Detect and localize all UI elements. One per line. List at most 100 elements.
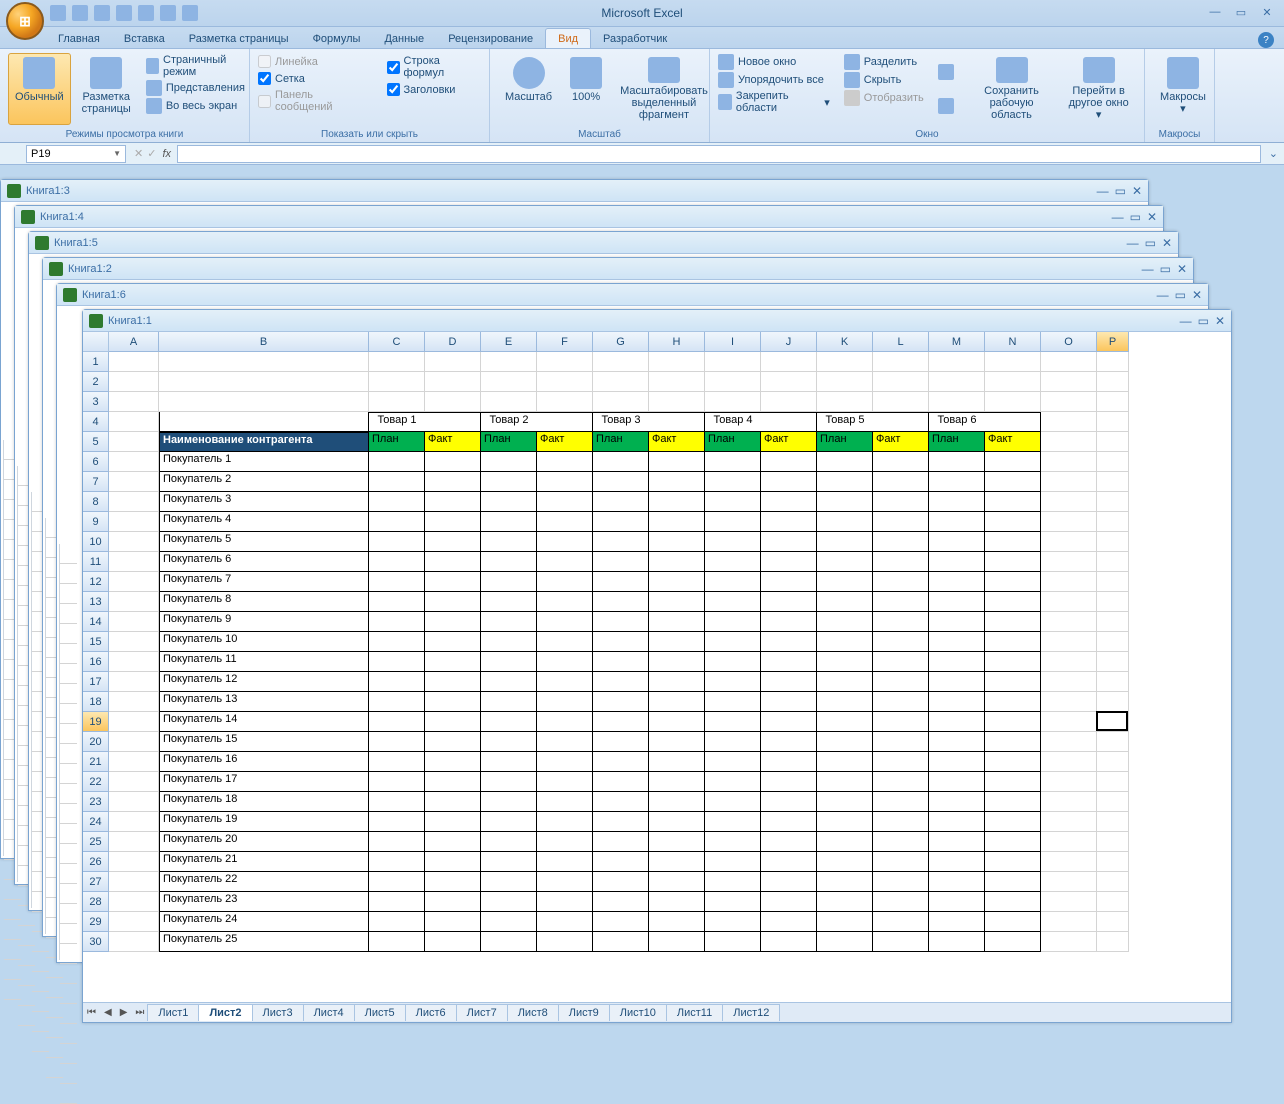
cell[interactable] [481, 732, 537, 752]
cell[interactable] [369, 452, 425, 472]
split-button[interactable]: Разделить [844, 53, 924, 71]
close-button[interactable]: ✕ [1215, 314, 1225, 328]
cell[interactable] [537, 752, 593, 772]
zoom-100-button[interactable]: 100% [563, 53, 609, 125]
cell[interactable] [593, 532, 649, 552]
cell[interactable] [985, 632, 1041, 652]
cell[interactable] [929, 792, 985, 812]
cell[interactable] [369, 692, 425, 712]
cell[interactable] [425, 452, 481, 472]
cell[interactable] [705, 832, 761, 852]
cell[interactable]: Покупатель 12 [159, 672, 369, 692]
cell[interactable] [929, 692, 985, 712]
cell[interactable] [873, 812, 929, 832]
cell[interactable] [537, 872, 593, 892]
cell[interactable] [481, 872, 537, 892]
cell[interactable] [537, 792, 593, 812]
cell[interactable] [425, 492, 481, 512]
sheet-tab[interactable]: Лист12 [722, 1004, 780, 1021]
cell[interactable] [649, 572, 705, 592]
cell[interactable] [369, 852, 425, 872]
sheet-tab[interactable]: Лист7 [456, 1004, 508, 1021]
cell[interactable] [705, 812, 761, 832]
formula-input[interactable] [177, 145, 1261, 163]
normal-view-button[interactable]: Обычный [8, 53, 71, 125]
cell[interactable] [1041, 492, 1097, 512]
cell[interactable] [1097, 752, 1129, 772]
cell[interactable] [369, 792, 425, 812]
row-header[interactable]: 22 [83, 772, 109, 792]
cell[interactable] [929, 392, 985, 412]
cell[interactable] [593, 892, 649, 912]
cell[interactable]: Факт [649, 432, 705, 452]
cell[interactable] [481, 452, 537, 472]
cell[interactable] [425, 472, 481, 492]
cell[interactable] [1041, 892, 1097, 912]
cell[interactable] [537, 732, 593, 752]
cell[interactable] [649, 512, 705, 532]
mdi-titlebar[interactable]: Книга1:3—▭✕ [1, 180, 1148, 202]
cell[interactable]: План [817, 432, 873, 452]
cell[interactable] [593, 712, 649, 732]
cell[interactable]: План [369, 432, 425, 452]
cell[interactable] [985, 712, 1041, 732]
cell[interactable] [593, 672, 649, 692]
cell[interactable] [929, 652, 985, 672]
cell[interactable] [425, 632, 481, 652]
cell[interactable] [1097, 372, 1129, 392]
cell[interactable] [929, 892, 985, 912]
cell[interactable]: Покупатель 16 [159, 752, 369, 772]
cell[interactable] [1041, 372, 1097, 392]
unhide-button[interactable]: Отобразить [844, 89, 924, 107]
cell[interactable] [817, 712, 873, 732]
sheet-tab[interactable]: Лист9 [558, 1004, 610, 1021]
cell[interactable] [425, 652, 481, 672]
name-box[interactable]: P19▼ [26, 145, 126, 163]
cell[interactable]: Покупатель 18 [159, 792, 369, 812]
cell[interactable] [481, 712, 537, 732]
cell[interactable] [649, 612, 705, 632]
cell[interactable] [593, 572, 649, 592]
cell[interactable] [369, 572, 425, 592]
cell[interactable] [593, 912, 649, 932]
cell[interactable]: Покупатель 2 [159, 472, 369, 492]
cell[interactable]: Покупатель 3 [159, 492, 369, 512]
cell[interactable] [481, 392, 537, 412]
cell[interactable] [985, 752, 1041, 772]
cell[interactable] [369, 392, 425, 412]
cell[interactable] [705, 852, 761, 872]
cell[interactable] [109, 732, 159, 752]
cell[interactable]: Покупатель 21 [159, 852, 369, 872]
cell[interactable] [761, 732, 817, 752]
cell[interactable] [369, 632, 425, 652]
cell[interactable] [873, 752, 929, 772]
select-all-corner[interactable] [83, 332, 109, 352]
cell[interactable]: Факт [761, 432, 817, 452]
cell[interactable] [873, 652, 929, 672]
hide-button[interactable]: Скрыть [844, 71, 924, 89]
cell[interactable] [109, 832, 159, 852]
cell[interactable] [761, 452, 817, 472]
row-header[interactable]: 3 [83, 392, 109, 412]
cell[interactable] [369, 812, 425, 832]
cell[interactable] [817, 572, 873, 592]
sheet-nav-button[interactable]: ◀ [100, 1005, 116, 1020]
cell[interactable] [1041, 792, 1097, 812]
cell[interactable] [873, 592, 929, 612]
cell[interactable] [1097, 912, 1129, 932]
new-window-button[interactable]: Новое окно [718, 53, 830, 71]
cell[interactable] [593, 452, 649, 472]
dropdown-icon[interactable]: ▼ [113, 149, 121, 158]
cell[interactable] [1097, 632, 1129, 652]
row-header[interactable]: 18 [83, 692, 109, 712]
cancel-icon[interactable]: ✕ [134, 147, 143, 160]
cell[interactable] [593, 812, 649, 832]
cell[interactable] [873, 452, 929, 472]
cell[interactable] [537, 932, 593, 952]
page-break-view-button[interactable]: Страничный режим [146, 53, 245, 79]
cell[interactable] [649, 832, 705, 852]
row-header[interactable]: 11 [83, 552, 109, 572]
row-header[interactable]: 30 [83, 932, 109, 952]
cell[interactable]: Покупатель 13 [159, 692, 369, 712]
sheet-tab[interactable]: Лист11 [666, 1004, 723, 1021]
